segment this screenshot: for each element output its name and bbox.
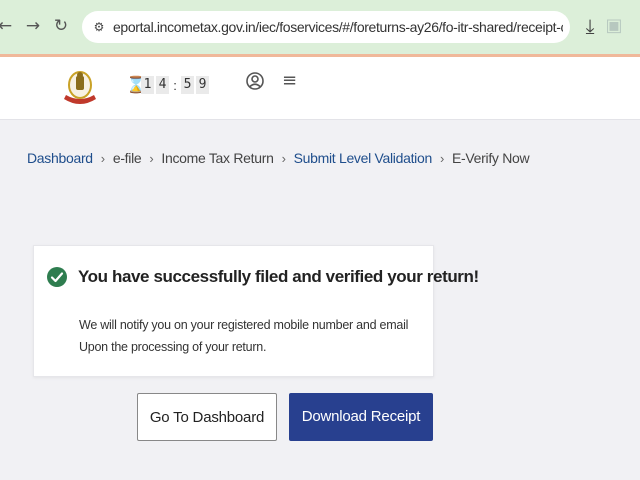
timer-digit: 9 — [196, 76, 209, 94]
timer-digit: 4 — [156, 76, 169, 94]
arrow-left-icon[interactable]: ← — [0, 14, 16, 38]
session-timer: ⌛ 1 4 : 5 9 — [126, 74, 211, 96]
chevron-right-icon: › — [149, 150, 154, 166]
success-title: You have successfully filed and verified… — [78, 267, 479, 286]
breadcrumb-e-verify-now: E-Verify Now — [452, 150, 530, 166]
go-to-dashboard-button[interactable]: Go To Dashboard — [137, 393, 277, 441]
success-message: We will notify you on your registered mo… — [79, 318, 409, 354]
chevron-right-icon: › — [439, 150, 444, 166]
timer-separator: : — [173, 77, 177, 93]
government-emblem-logo[interactable] — [60, 67, 100, 109]
timer-digit: 5 — [181, 76, 194, 94]
url-text[interactable]: eportal.incometax.gov.in/iec/foservices/… — [113, 19, 563, 36]
arrow-right-icon[interactable]: → — [22, 14, 44, 38]
breadcrumb-dashboard[interactable]: Dashboard — [27, 150, 93, 166]
breadcrumb-submit-level-validation[interactable]: Submit Level Validation — [294, 150, 433, 166]
watermark-logo: ▣ — [605, 15, 623, 36]
address-bar[interactable]: ⚙ eportal.incometax.gov.in/iec/foservice… — [82, 11, 570, 43]
chevron-right-icon: › — [281, 150, 286, 166]
success-card: You have successfully filed and verified… — [33, 245, 479, 377]
breadcrumb-efile: e-file — [112, 150, 142, 166]
site-header: ⌛ 1 4 : 5 9 ≡ — [0, 57, 640, 120]
check-circle-icon — [47, 267, 67, 287]
timer-digit: 1 — [141, 76, 154, 94]
hamburger-menu-icon[interactable]: ≡ — [282, 72, 300, 90]
chevron-right-icon: › — [100, 150, 105, 166]
breadcrumb-income-tax-return: Income Tax Return — [161, 150, 274, 166]
reload-icon[interactable]: ↻ — [50, 14, 72, 38]
site-info-icon[interactable]: ⚙ — [91, 19, 107, 35]
hourglass-icon: ⌛ — [126, 75, 146, 94]
breadcrumb: Dashboard › e-file › Income Tax Return ›… — [27, 148, 530, 168]
profile-icon[interactable] — [245, 71, 265, 91]
browser-toolbar: ← → ↻ ⚙ eportal.incometax.gov.in/iec/fos… — [0, 0, 640, 54]
download-receipt-button[interactable]: Download Receipt — [289, 393, 433, 441]
